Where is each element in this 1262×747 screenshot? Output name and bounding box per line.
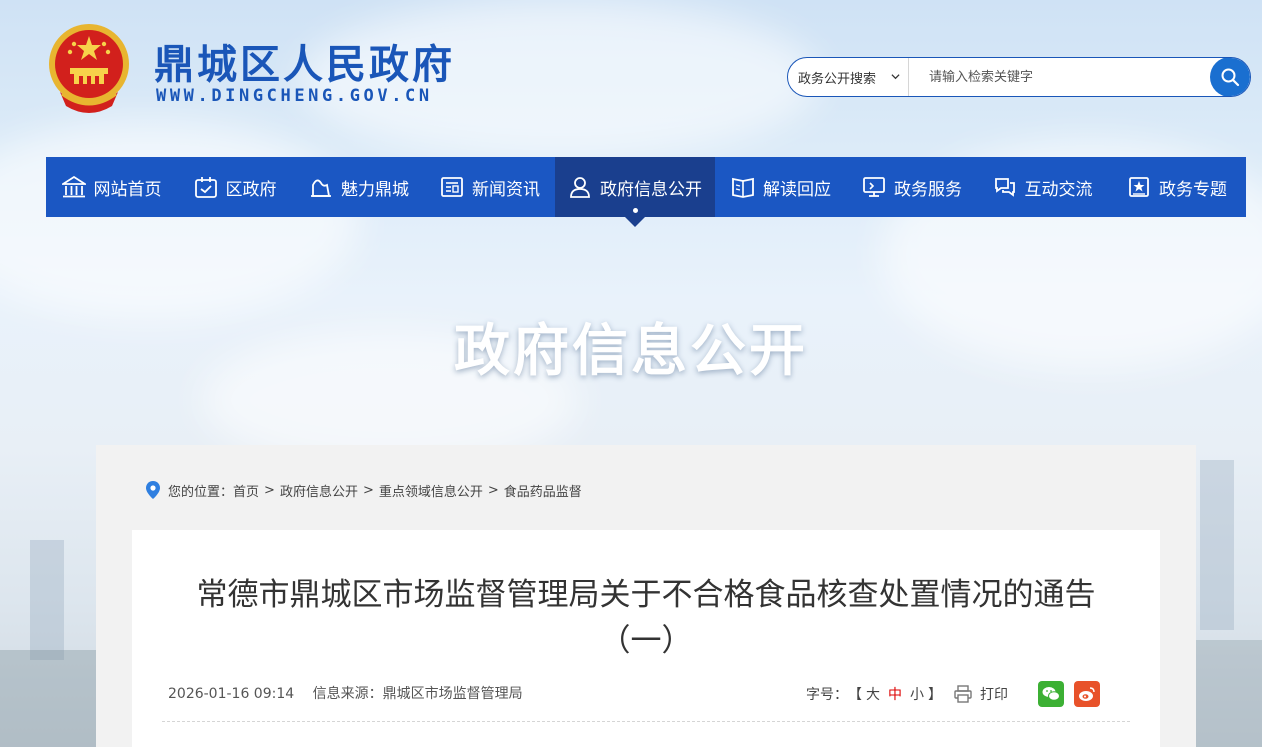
article-title-line: 常德市鼎城区市场监督管理局关于不合格食品核查处置情况的通告 xyxy=(196,577,1096,613)
nav-item-district-government[interactable]: 区政府 xyxy=(177,157,293,217)
share-wechat-button[interactable] xyxy=(1038,681,1064,707)
nav-item-home[interactable]: 网站首页 xyxy=(46,157,177,217)
article-tools: 字号： 【 大 中 小 】 打印 xyxy=(806,681,1100,707)
nav-item-government-info-disclosure[interactable]: 政府信息公开 xyxy=(555,157,715,227)
site-domain: WWW.DINGCHENG.GOV.CN xyxy=(156,86,433,106)
article-title-line: （一） xyxy=(599,623,693,659)
nav-item-interaction[interactable]: 互动交流 xyxy=(977,157,1108,217)
book-icon xyxy=(732,177,754,198)
breadcrumb-link-info-disclosure[interactable]: 政府信息公开 xyxy=(280,481,358,500)
font-size-label: 字号： xyxy=(806,687,848,703)
breadcrumb-separator: > xyxy=(264,482,275,498)
nav-label: 区政府 xyxy=(225,179,277,200)
background-building xyxy=(30,540,64,660)
info-source: 信息来源：鼎城区市场监督管理局 xyxy=(312,686,523,702)
search-icon xyxy=(1221,68,1240,87)
topic-icon xyxy=(1129,177,1149,197)
bracket: 】 xyxy=(928,687,942,703)
banner-title: 政府信息公开 xyxy=(454,319,808,384)
search-input[interactable] xyxy=(909,58,1250,96)
meta-divider xyxy=(162,721,1130,722)
breadcrumb-separator: > xyxy=(487,482,499,498)
home-icon xyxy=(61,176,86,198)
background-trees xyxy=(1196,640,1262,747)
article-card: 常德市鼎城区市场监督管理局关于不合格食品核查处置情况的通告 （一） 2026-0… xyxy=(132,530,1160,747)
search-scope-label: 政务公开搜索 xyxy=(798,71,877,87)
breadcrumb-link-home[interactable]: 首页 xyxy=(233,481,259,500)
weibo-icon xyxy=(1079,687,1095,701)
national-emblem-logo[interactable] xyxy=(46,22,132,116)
nav-label: 政务专题 xyxy=(1159,179,1227,200)
scenery-icon xyxy=(311,179,331,197)
bracket: 【 xyxy=(848,687,862,703)
background-cloud xyxy=(0,120,360,320)
nav-item-government-services[interactable]: 政务服务 xyxy=(847,157,977,217)
nav-label: 解读回应 xyxy=(763,179,831,200)
breadcrumb-separator: > xyxy=(362,482,374,498)
search-scope-select[interactable]: 政务公开搜索 xyxy=(788,58,909,96)
site-title[interactable]: 鼎城区人民政府 xyxy=(154,32,455,90)
nav-item-news[interactable]: 新闻资讯 xyxy=(425,157,555,217)
nav-label: 互动交流 xyxy=(1024,179,1093,200)
breadcrumb-link-key-areas[interactable]: 重点领域信息公开 xyxy=(379,481,483,500)
chat-icon xyxy=(994,178,1015,197)
font-size-large-button[interactable]: 大 xyxy=(866,684,880,704)
article-meta: 2026-01-16 09:14 信息来源：鼎城区市场监督管理局 xyxy=(168,683,523,703)
article-title: 常德市鼎城区市场监督管理局关于不合格食品核查处置情况的通告 （一） xyxy=(132,572,1160,664)
nav-item-charm-dingcheng[interactable]: 魅力鼎城 xyxy=(293,157,425,217)
nav-item-interpretation[interactable]: 解读回应 xyxy=(715,157,847,217)
search-button[interactable] xyxy=(1210,58,1250,96)
nav-item-special-topics[interactable]: 政务专题 xyxy=(1108,157,1246,217)
background-building xyxy=(1200,460,1234,630)
share-weibo-button[interactable] xyxy=(1074,681,1100,707)
main-nav: 网站首页 区政府 魅力鼎城 新闻资讯 政府信息公开 解读回应 政务服务 互动交流… xyxy=(46,157,1246,227)
search-bar: 政务公开搜索 xyxy=(787,57,1251,97)
publish-date: 2026-01-16 09:14 xyxy=(168,686,295,702)
wechat-icon xyxy=(1042,687,1060,701)
breadcrumb-link-food-drug[interactable]: 食品药品监督 xyxy=(504,481,582,500)
nav-label: 政务服务 xyxy=(894,179,962,200)
news-icon xyxy=(441,177,463,197)
user-info-icon xyxy=(570,177,590,198)
government-icon xyxy=(194,177,217,198)
background-trees xyxy=(0,650,96,747)
font-size-small-button[interactable]: 小 xyxy=(910,684,924,704)
service-icon xyxy=(863,177,885,197)
print-button[interactable]: 打印 xyxy=(954,684,1008,704)
breadcrumb-prefix: 您的位置： xyxy=(168,484,234,500)
printer-icon xyxy=(954,685,972,703)
font-size-medium-button[interactable]: 中 xyxy=(888,684,902,704)
print-label: 打印 xyxy=(980,687,1008,703)
nav-label: 政府信息公开 xyxy=(600,179,702,200)
location-pin-icon xyxy=(146,481,160,499)
nav-label: 网站首页 xyxy=(93,179,162,200)
chevron-down-icon xyxy=(891,74,900,80)
nav-label: 魅力鼎城 xyxy=(341,179,409,200)
nav-label: 新闻资讯 xyxy=(472,179,540,200)
breadcrumb: 您的位置： 首页 > 政府信息公开 > 重点领域信息公开 > 食品药品监督 xyxy=(146,480,582,500)
active-indicator-dot xyxy=(632,208,638,213)
